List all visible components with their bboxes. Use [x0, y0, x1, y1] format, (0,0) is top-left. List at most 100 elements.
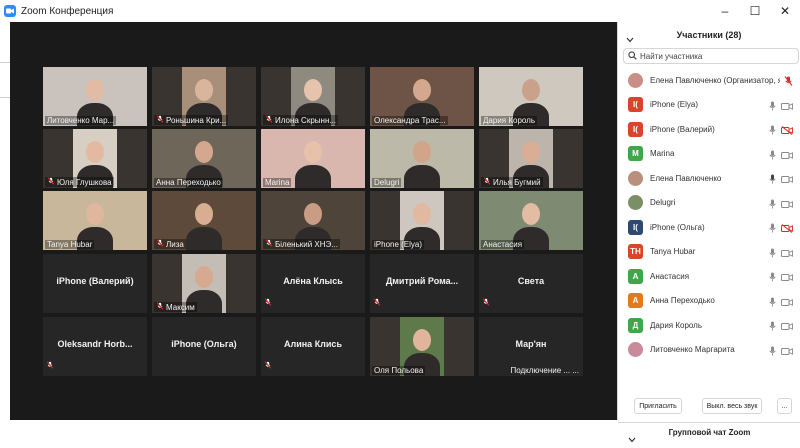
video-tile[interactable]: Мар'ян Подключение ... ... [479, 317, 583, 376]
camera-icon[interactable] [781, 171, 793, 189]
tile-name-label: Delugri [372, 178, 402, 187]
tile-name-label: Анастасия [481, 240, 525, 249]
participant-row[interactable]: I(iPhone (Elya) [618, 93, 800, 118]
video-tile[interactable]: Алёна Клысь [261, 254, 365, 313]
tile-name-text: Marina [265, 178, 290, 187]
camera-icon[interactable] [781, 245, 793, 263]
video-tile[interactable]: iPhone (Валерий) [43, 254, 147, 313]
camera-off-icon[interactable] [781, 220, 793, 238]
tile-name-label: Илья Бугмий [481, 177, 543, 187]
video-tile[interactable]: Delugri [370, 129, 474, 188]
participant-body [186, 227, 222, 250]
participant-row[interactable]: M Marina [618, 142, 800, 167]
participant-row[interactable]: I(iPhone (Ольга) [618, 215, 800, 240]
camera-icon[interactable] [781, 196, 793, 214]
video-tile[interactable]: Оля Польова [370, 317, 474, 376]
tile-display-name: Мар'ян [515, 339, 547, 349]
video-tile[interactable]: Алина Клись [261, 317, 365, 376]
microphone-icon[interactable] [768, 245, 777, 263]
video-tile[interactable]: Анастасия [479, 191, 583, 250]
microphone-icon[interactable] [768, 147, 777, 165]
participant-face [195, 141, 213, 163]
microphone-icon[interactable] [768, 220, 777, 238]
video-tile[interactable]: Marina [261, 129, 365, 188]
tile-name-text: Анна Переходько [156, 178, 221, 187]
camera-icon[interactable] [781, 98, 793, 116]
video-tile[interactable]: Юля Глушкова [43, 129, 147, 188]
microphone-icon[interactable] [768, 269, 777, 287]
microphone-icon[interactable] [768, 196, 777, 214]
camera-icon[interactable] [781, 269, 793, 287]
microphone-icon[interactable] [768, 122, 777, 140]
camera-off-icon[interactable] [781, 122, 793, 140]
participant-avatar: I( [628, 121, 643, 137]
microphone-icon[interactable] [768, 98, 777, 116]
participant-row[interactable]: Литовченко Маргарита [618, 338, 800, 363]
video-tile[interactable]: Дмитрий Рома... [370, 254, 474, 313]
video-tile[interactable]: Роньшина Кри... [152, 67, 256, 126]
participant-row[interactable]: Елена Павлюченко [618, 166, 800, 191]
microphone-icon[interactable] [768, 171, 777, 189]
muted-mic-icon [482, 293, 490, 311]
participant-avatar: TH [628, 244, 643, 260]
video-tile[interactable]: Олександра Трас... [370, 67, 474, 126]
microphone-icon[interactable] [768, 294, 777, 312]
tile-name-text: Максим [166, 302, 195, 312]
tile-name-text: Олександра Трас... [374, 116, 446, 125]
minimize-button[interactable]: – [710, 0, 740, 22]
more-options-button[interactable]: ... [777, 398, 792, 414]
video-tile[interactable]: iPhone (Elya) [370, 191, 474, 250]
video-tile[interactable]: Лиза [152, 191, 256, 250]
microphone-icon[interactable] [768, 343, 777, 361]
video-tile[interactable]: Дария Король [479, 67, 583, 126]
muted-mic-icon [265, 115, 273, 125]
video-tile[interactable]: Анна Переходько [152, 129, 256, 188]
video-tile[interactable]: Tanya Hubar [43, 191, 147, 250]
video-tile[interactable]: Света [479, 254, 583, 313]
collapse-chevron-icon[interactable] [626, 30, 634, 48]
video-tile[interactable]: iPhone (Ольга) [152, 317, 256, 376]
video-tile[interactable]: Oleksandr Horb... [43, 317, 147, 376]
video-tile[interactable]: Біленький ХНЭ... [261, 191, 365, 250]
video-tile[interactable]: Илья Бугмий [479, 129, 583, 188]
participant-row[interactable]: A Анастасия [618, 264, 800, 289]
participant-row[interactable]: TH Tanya Hubar [618, 240, 800, 265]
participant-row[interactable]: I( iPhone (Валерий) [618, 117, 800, 142]
participant-row[interactable]: Елена Павлюченко (Организатор, я) [618, 68, 800, 93]
background-window-strip [0, 22, 10, 420]
mute-all-button[interactable]: Выкл. весь звук [702, 398, 762, 414]
participant-face [413, 203, 431, 225]
tile-name-label: iPhone (Elya) [372, 240, 425, 249]
tile-name-label: Tanya Hubar [45, 240, 95, 249]
microphone-icon[interactable] [768, 318, 777, 336]
camera-icon[interactable] [781, 318, 793, 336]
participant-row[interactable]: Д Дария Король [618, 313, 800, 338]
participant-name: Елена Павлюченко [650, 173, 722, 183]
participant-name: iPhone (Валерий) [650, 124, 715, 134]
background-window-edge [0, 62, 10, 98]
video-tile[interactable]: Илона Скрынн... [261, 67, 365, 126]
muted-mic-icon[interactable] [784, 73, 793, 91]
participant-status-icons [768, 318, 793, 336]
video-tile[interactable]: Максим [152, 254, 256, 313]
camera-icon[interactable] [781, 294, 793, 312]
maximize-button[interactable]: ☐ [740, 0, 770, 22]
participant-name: Анна Переходько [650, 296, 715, 306]
search-input[interactable] [640, 51, 790, 61]
tile-display-name: Света [517, 276, 545, 286]
participant-avatar [628, 195, 643, 211]
tile-name-text: Дария Король [483, 116, 536, 125]
tile-name-label: Анна Переходько [154, 178, 223, 187]
tile-name-text: Лиза [166, 239, 184, 249]
camera-icon[interactable] [781, 343, 793, 361]
participant-search[interactable] [623, 48, 799, 64]
muted-mic-icon [156, 239, 164, 249]
invite-button[interactable]: Пригласить [634, 398, 682, 414]
participant-row[interactable]: Delugri [618, 191, 800, 216]
muted-mic-icon [47, 177, 55, 187]
close-button[interactable]: ✕ [770, 0, 800, 22]
group-chat-bar[interactable]: Групповой чат Zoom [618, 422, 800, 443]
video-tile[interactable]: Литовченко Мар... [43, 67, 147, 126]
participant-row[interactable]: A Анна Переходько [618, 289, 800, 314]
camera-icon[interactable] [781, 147, 793, 165]
